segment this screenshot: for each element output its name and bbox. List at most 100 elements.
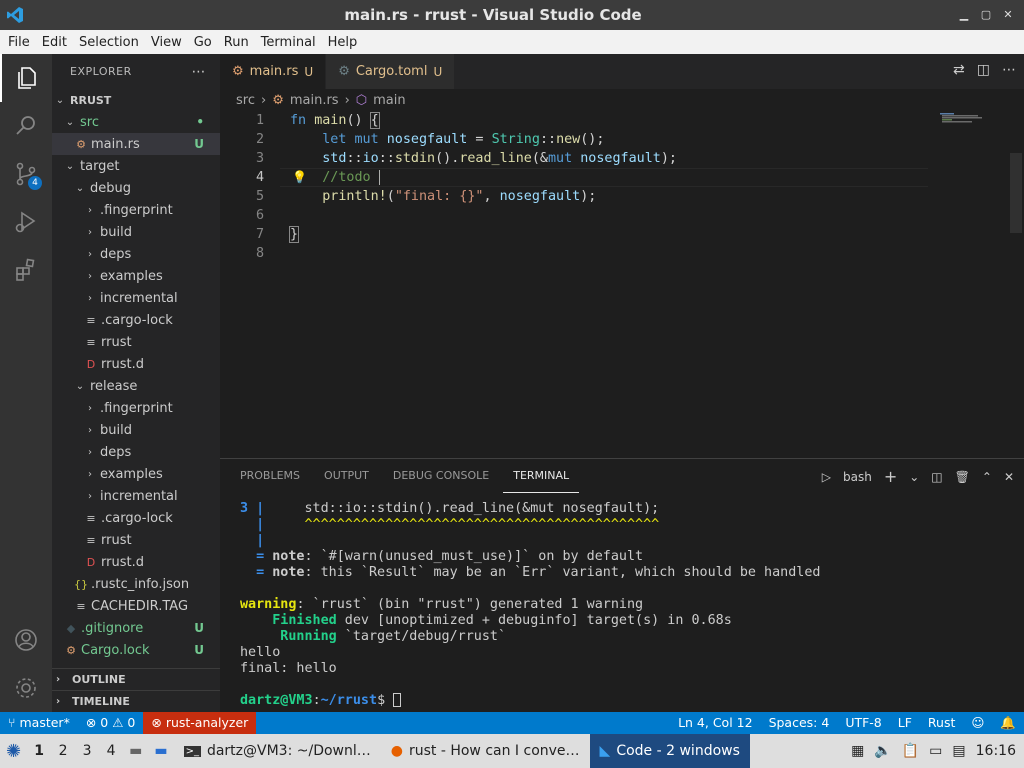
extensions-icon[interactable]: [0, 246, 52, 294]
tab-debug-console[interactable]: DEBUG CONSOLE: [383, 459, 499, 493]
notifications-icon[interactable]: 🔔: [992, 712, 1024, 734]
storage-icon[interactable]: ▤: [952, 743, 965, 759]
tree-item[interactable]: ≡ .cargo-lock: [52, 309, 220, 331]
indentation[interactable]: Spaces: 4: [761, 712, 838, 734]
menu-bar: File Edit Selection View Go Run Terminal…: [0, 30, 1024, 54]
tree-item[interactable]: › .fingerprint: [52, 397, 220, 419]
close-icon[interactable]: ✕: [1000, 7, 1016, 23]
tab-cargo-toml[interactable]: ⚙ Cargo.toml U: [326, 54, 456, 89]
tree-item[interactable]: › deps: [52, 243, 220, 265]
account-icon[interactable]: [0, 616, 52, 664]
task-firefox[interactable]: ● rust - How can I conve…: [381, 734, 590, 768]
tree-item[interactable]: ⚙ main.rs U: [52, 133, 220, 155]
tree-item[interactable]: ⌄ target: [52, 155, 220, 177]
tree-item[interactable]: › build: [52, 221, 220, 243]
tree-item[interactable]: › examples: [52, 265, 220, 287]
tree-item[interactable]: › incremental: [52, 485, 220, 507]
tree-item[interactable]: Drrust.d: [52, 353, 220, 375]
tree-item[interactable]: ≡ .cargo-lock: [52, 507, 220, 529]
line-ending[interactable]: LF: [890, 712, 920, 734]
menu-file[interactable]: File: [2, 35, 36, 50]
split-terminal-icon[interactable]: ◫: [931, 470, 942, 484]
tree-item[interactable]: ⌄ debug: [52, 177, 220, 199]
compare-changes-icon[interactable]: ⇄: [953, 62, 965, 78]
menu-help[interactable]: Help: [322, 35, 364, 50]
file-manager-icon[interactable]: ▬: [123, 734, 148, 768]
terminal-output[interactable]: 3 | std::io::stdin().read_line(&mut nose…: [240, 501, 820, 709]
tree-item[interactable]: › .fingerprint: [52, 199, 220, 221]
more-actions-icon[interactable]: ⋯: [1002, 62, 1016, 78]
tree-item[interactable]: › deps: [52, 441, 220, 463]
tree-item[interactable]: ≡ rrust: [52, 331, 220, 353]
cursor-position[interactable]: Ln 4, Col 12: [670, 712, 761, 734]
problems-status[interactable]: ⊗ 0 ⚠ 0: [78, 712, 144, 734]
menu-edit[interactable]: Edit: [36, 35, 73, 50]
tree-item-label: rrust: [101, 532, 132, 548]
start-menu-icon[interactable]: ✺: [0, 734, 27, 768]
maximize-panel-icon[interactable]: ⌃: [982, 470, 992, 484]
encoding[interactable]: UTF-8: [837, 712, 889, 734]
network-icon[interactable]: ▭: [929, 743, 942, 759]
tree-item[interactable]: Drrust.d: [52, 551, 220, 573]
tree-item[interactable]: › incremental: [52, 287, 220, 309]
tree-item[interactable]: ◆ .gitignore U: [52, 617, 220, 639]
minimap[interactable]: [934, 111, 1004, 131]
tree-item[interactable]: ⚙ Cargo.lock U: [52, 639, 220, 661]
workspace-2[interactable]: 2: [51, 734, 75, 768]
terminal-line: = note: this `Result` may be an `Err` va…: [240, 565, 821, 580]
split-editor-icon[interactable]: ◫: [977, 62, 990, 78]
branch-status[interactable]: ⑂ master*: [0, 712, 78, 734]
menu-grid-icon[interactable]: ▦: [851, 743, 864, 759]
tree-item[interactable]: › examples: [52, 463, 220, 485]
menu-view[interactable]: View: [145, 35, 188, 50]
maximize-icon[interactable]: ▢: [978, 7, 994, 23]
workspace-1[interactable]: 1: [27, 734, 51, 768]
search-icon[interactable]: [0, 102, 52, 150]
menu-terminal[interactable]: Terminal: [255, 35, 322, 50]
new-terminal-icon[interactable]: +: [884, 467, 897, 486]
workspace-3[interactable]: 3: [75, 734, 99, 768]
volume-icon[interactable]: 🔈: [874, 743, 891, 759]
code-editor[interactable]: 12345678 💡 fn main() { let mut nosegfaul…: [220, 111, 1024, 456]
more-actions-icon[interactable]: ⋯: [192, 64, 207, 80]
vertical-scrollbar[interactable]: [1010, 153, 1022, 233]
chevron-down-icon[interactable]: ⌄: [909, 470, 919, 484]
task-vscode[interactable]: ◣ Code - 2 windows: [589, 734, 750, 768]
tab-problems[interactable]: PROBLEMS: [230, 459, 310, 493]
tree-item[interactable]: {} .rustc_info.json: [52, 573, 220, 595]
outline-section[interactable]: › OUTLINE: [52, 668, 220, 690]
shell-selector[interactable]: bash: [843, 470, 872, 484]
feedback-icon[interactable]: ☺: [963, 712, 992, 734]
breadcrumb-file[interactable]: main.rs: [290, 93, 339, 108]
close-panel-icon[interactable]: ✕: [1004, 470, 1014, 484]
workspace-root[interactable]: ⌄ RRUST: [52, 89, 220, 111]
breadcrumb-symbol[interactable]: main: [373, 93, 405, 108]
language-mode[interactable]: Rust: [920, 712, 963, 734]
minimize-icon[interactable]: ▁: [956, 7, 972, 23]
timeline-section[interactable]: › TIMELINE: [52, 690, 220, 712]
rust-analyzer-status[interactable]: ⊗ rust-analyzer: [143, 712, 257, 734]
menu-go[interactable]: Go: [188, 35, 218, 50]
tab-output[interactable]: OUTPUT: [314, 459, 379, 493]
explorer-icon[interactable]: [0, 54, 52, 102]
menu-run[interactable]: Run: [218, 35, 255, 50]
tab-main-rs[interactable]: ⚙ main.rs U: [220, 54, 327, 89]
tree-item[interactable]: › build: [52, 419, 220, 441]
tree-item[interactable]: ⌄ release: [52, 375, 220, 397]
menu-selection[interactable]: Selection: [73, 35, 145, 50]
tree-item[interactable]: ⌄ src •: [52, 111, 220, 133]
clipboard-icon[interactable]: 📋: [902, 743, 919, 759]
breadcrumb-src[interactable]: src: [236, 93, 255, 108]
tab-terminal[interactable]: TERMINAL: [503, 459, 580, 493]
task-terminal[interactable]: >_ dartz@VM3: ~/Downl…: [174, 734, 381, 768]
settings-gear-icon[interactable]: [0, 664, 52, 712]
source-control-icon[interactable]: 4: [0, 150, 52, 198]
trash-icon[interactable]: 🗑: [955, 470, 970, 484]
tree-item[interactable]: ≡ rrust: [52, 529, 220, 551]
run-debug-icon[interactable]: [0, 198, 52, 246]
workspace-4[interactable]: 4: [99, 734, 123, 768]
explorer-header: EXPLORER ⋯: [52, 54, 220, 89]
show-desktop-icon[interactable]: ▬: [148, 734, 173, 768]
tree-item[interactable]: ≡ CACHEDIR.TAG: [52, 595, 220, 617]
tree-item-label: .fingerprint: [100, 400, 173, 416]
